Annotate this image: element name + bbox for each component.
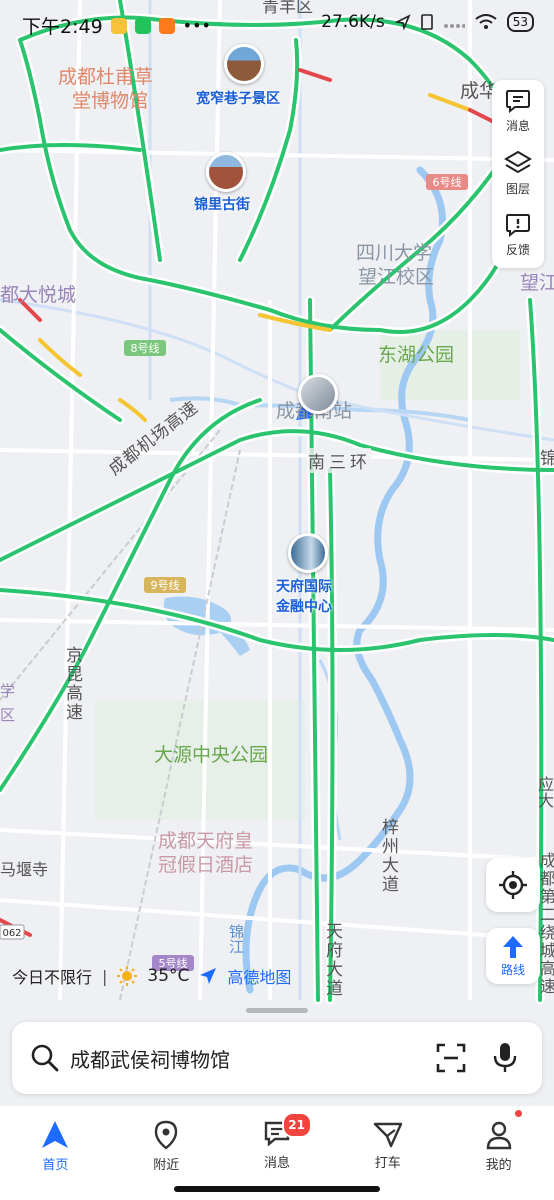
label-donghu-park: 东湖公园: [378, 344, 455, 366]
poi-marker-tianfu-ifc[interactable]: [288, 533, 328, 573]
poi-marker-jinli[interactable]: [206, 152, 246, 192]
poi-label-kuanzhai[interactable]: 宽窄巷子景区: [196, 88, 280, 108]
wechat-icon: [134, 17, 151, 34]
sheet-drag-handle[interactable]: [246, 1008, 308, 1013]
location-arrow-icon: [394, 14, 411, 30]
temperature: 35°C: [147, 966, 190, 986]
layers-label: 图层: [505, 181, 530, 196]
metro-label-9: 9号线: [151, 578, 180, 592]
sim-icon: [420, 14, 433, 30]
poi-label-tianfu-ifc-1[interactable]: 天府国际: [276, 576, 332, 596]
locate-me-button[interactable]: [486, 858, 540, 912]
label-dufu-1: 成都杜甫草: [58, 66, 154, 88]
more-dots-icon: •••: [182, 16, 211, 35]
label-holiday-inn-2: 冠假日酒店: [158, 854, 254, 876]
feedback-label: 反馈: [505, 242, 530, 257]
info-strip: 今日不限行 | 35°C 高德地图: [12, 964, 291, 988]
label-wangjiang: 望江: [520, 272, 554, 294]
metro-label-8: 8号线: [131, 341, 160, 355]
poi-label-jinli[interactable]: 锦里古街: [194, 194, 250, 214]
amap-logo-icon: [200, 968, 217, 984]
label-dayuecheng: 都大悦城: [0, 284, 77, 306]
nav-mine-label: 我的: [485, 1158, 512, 1173]
label-jin-edge: 锦: [540, 449, 554, 469]
messages-label: 消息: [505, 118, 530, 133]
search-icon: [31, 1044, 59, 1072]
label-holiday-inn-1: 成都天府皇: [158, 830, 254, 852]
amap-brand: 高德地图: [227, 968, 292, 987]
taxi-icon: [373, 1122, 402, 1148]
wifi-icon: [475, 14, 497, 29]
messages-badge: 21: [281, 1112, 312, 1138]
scan-icon[interactable]: [436, 1043, 466, 1073]
profile-dot: [515, 1110, 523, 1117]
crosshair-icon: [499, 871, 527, 899]
search-input[interactable]: 成都武侯祠博物馆: [70, 1044, 230, 1073]
label-edge-qu: 区: [0, 706, 16, 724]
location-pin-icon: [154, 1120, 178, 1150]
network-speed: 27.6K/s: [321, 12, 385, 32]
label-zizhou-avenue: 梓州大道: [378, 818, 398, 894]
label-sichuan-uni-2: 望江校区: [358, 266, 435, 288]
nav-mine[interactable]: 我的: [443, 1106, 554, 1200]
nav-nearby-label: 附近: [153, 1158, 180, 1173]
nav-messages-label: 消息: [263, 1156, 290, 1171]
nav-home[interactable]: 首页: [0, 1106, 111, 1200]
nav-home-label: 首页: [42, 1158, 69, 1173]
status-bar: 下午2:49 ••• 27.6K/s 53: [0, 0, 554, 52]
user-icon: [486, 1121, 511, 1150]
mi-icon: [158, 17, 175, 34]
weibo-icon: [110, 17, 127, 34]
label-jinjiang: 锦江: [227, 924, 245, 954]
divider: |: [102, 966, 108, 986]
nav-taxi-label: 打车: [374, 1156, 401, 1171]
route-label: 路线: [500, 962, 525, 977]
signal-icon: [443, 24, 465, 28]
layers-button[interactable]: 图层: [492, 142, 544, 204]
road-shield: 062: [2, 928, 21, 939]
feedback-button[interactable]: 反馈: [492, 204, 544, 266]
microphone-icon[interactable]: [492, 1042, 518, 1074]
map-tools-panel: 消息 图层 反馈: [492, 80, 544, 268]
battery-icon: 53: [506, 12, 534, 32]
poi-label-tianfu-ifc-2[interactable]: 金融中心: [276, 596, 332, 616]
label-jingkun-expressway: 京昆高速: [62, 646, 82, 722]
label-tianfu-avenue: 天府大道: [322, 922, 342, 998]
metro-label-6: 6号线: [433, 175, 462, 189]
home-indicator[interactable]: [174, 1186, 380, 1192]
label-dufu-2: 堂博物馆: [72, 90, 149, 112]
message-icon: [506, 89, 530, 113]
label-south-third-ring: 南三环: [308, 448, 371, 473]
search-bar[interactable]: 成都武侯祠博物馆: [12, 1022, 542, 1094]
status-time: 下午2:49: [22, 16, 103, 38]
layers-icon: [504, 150, 532, 173]
messages-button[interactable]: 消息: [492, 80, 544, 142]
route-button[interactable]: 路线: [486, 928, 540, 984]
feedback-icon: [506, 213, 530, 237]
label-edge-xue: 学: [0, 682, 16, 700]
label-sichuan-uni-1: 四川大学: [356, 242, 433, 264]
sun-icon: [117, 966, 138, 986]
route-arrow-icon: [503, 935, 523, 958]
label-dayuan-park: 大源中央公园: [154, 744, 269, 766]
traffic-restriction[interactable]: 今日不限行: [12, 964, 92, 988]
label-ying-da-edge: 应大: [535, 776, 554, 808]
label-mayansi: 马堰寺: [0, 860, 49, 879]
navigation-arrow-icon: [42, 1121, 69, 1148]
poi-marker-south-station[interactable]: [298, 374, 338, 414]
